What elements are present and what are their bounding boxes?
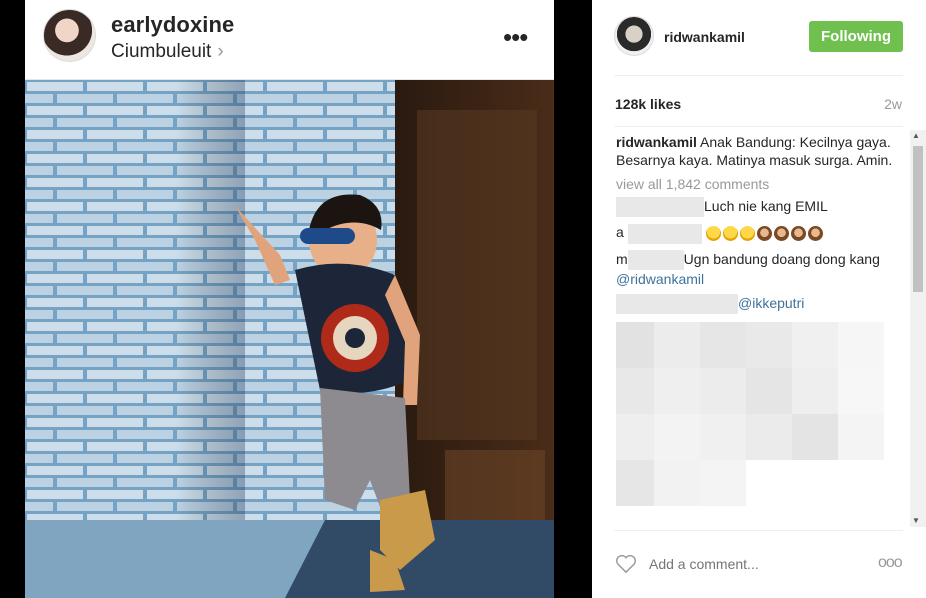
laughing-emoji-icon	[722, 226, 738, 242]
redacted-username	[616, 294, 738, 315]
scroll-down-arrow-icon[interactable]: ▼	[912, 516, 920, 525]
comment-text: a	[616, 224, 624, 241]
post-card: earlydoxine Ciumbuleuit › •••	[25, 0, 554, 598]
comment-text: Luch nie kang EMIL	[704, 198, 828, 214]
comment-text: Ugn bandung doang dong kang	[683, 250, 880, 267]
redacted-username	[616, 197, 704, 218]
divider	[614, 530, 903, 531]
see-no-evil-monkey-icon	[807, 226, 823, 242]
laughing-emoji-icon	[705, 226, 721, 242]
comments-list: ridwankamil Anak Bandung: Kecilnya gaya.…	[616, 133, 906, 528]
avatar[interactable]	[614, 16, 654, 56]
more-dots-icon[interactable]: •••	[503, 22, 528, 53]
post-header: earlydoxine Ciumbuleuit › •••	[25, 0, 554, 80]
mention-link[interactable]: @ikkeputri	[738, 295, 804, 311]
owner-username[interactable]: ridwankamil	[664, 29, 745, 45]
redacted-username	[627, 249, 684, 270]
see-no-evil-monkey-icon	[790, 226, 806, 242]
see-no-evil-monkey-icon	[773, 226, 789, 242]
caption-username[interactable]: ridwankamil	[616, 134, 697, 150]
photo-image	[25, 80, 554, 598]
instagram-post-view: earlydoxine Ciumbuleuit › ••• ridwankami…	[0, 0, 926, 598]
divider	[614, 75, 903, 76]
post-details-panel: ridwankamil Following 128k likes 2w ridw…	[592, 0, 926, 598]
post-age[interactable]: 2w	[884, 96, 902, 112]
comment-text: m	[616, 250, 628, 267]
mention-link[interactable]: @ridwankamil	[616, 271, 704, 287]
divider	[614, 126, 903, 127]
comment-item: @ikkeputri	[616, 294, 906, 315]
scrollbar-thumb[interactable]	[913, 146, 923, 292]
chevron-right-icon: ›	[217, 41, 224, 62]
see-no-evil-monkey-icon	[756, 226, 772, 242]
laughing-emoji-icon	[739, 226, 755, 242]
view-all-comments-link[interactable]: view all 1,842 comments	[616, 175, 906, 193]
avatar[interactable]	[43, 9, 96, 62]
post-location-label[interactable]: Ciumbuleuit	[111, 41, 211, 62]
redacted-username	[627, 223, 702, 244]
post-username[interactable]: earlydoxine	[111, 12, 234, 38]
scroll-up-arrow-icon[interactable]: ▲	[912, 131, 920, 140]
likes-count[interactable]: 128k likes	[615, 96, 681, 112]
post-photo[interactable]	[25, 80, 554, 598]
comment-item: Luch nie kang EMIL	[616, 197, 906, 218]
add-comment-input[interactable]	[649, 556, 849, 572]
comment-item: m Ugn bandung doang dong kang @ridwankami…	[616, 249, 906, 288]
post-location[interactable]: Ciumbuleuit ›	[111, 41, 224, 63]
caption: ridwankamil Anak Bandung: Kecilnya gaya.…	[616, 133, 906, 169]
comment-item: a	[616, 223, 906, 244]
options-icon[interactable]: ooo	[878, 554, 903, 572]
following-button[interactable]: Following	[809, 21, 903, 52]
redacted-mosaic	[616, 322, 906, 507]
heart-icon[interactable]	[615, 554, 637, 574]
